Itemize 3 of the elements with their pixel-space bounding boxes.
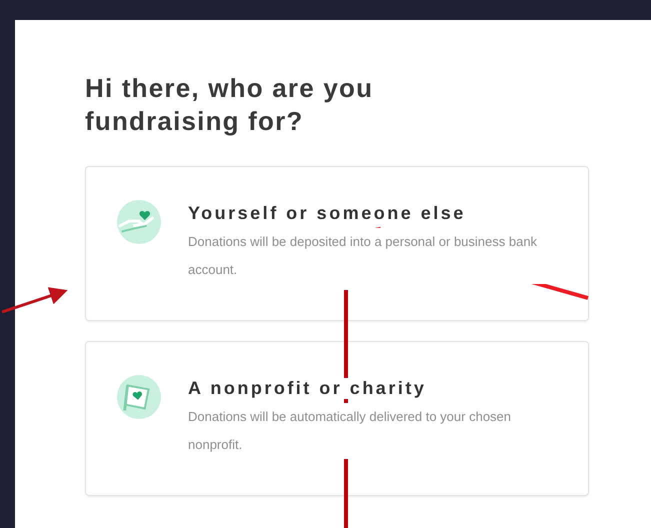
option-card[interactable]: A nonprofit or charity Donations will be automatically delivered to your chosen nonprofit.: [85, 341, 589, 496]
page-heading: Hi there, who are you fundraising for?: [85, 72, 374, 138]
option-title: A nonprofit or charity: [188, 378, 426, 399]
